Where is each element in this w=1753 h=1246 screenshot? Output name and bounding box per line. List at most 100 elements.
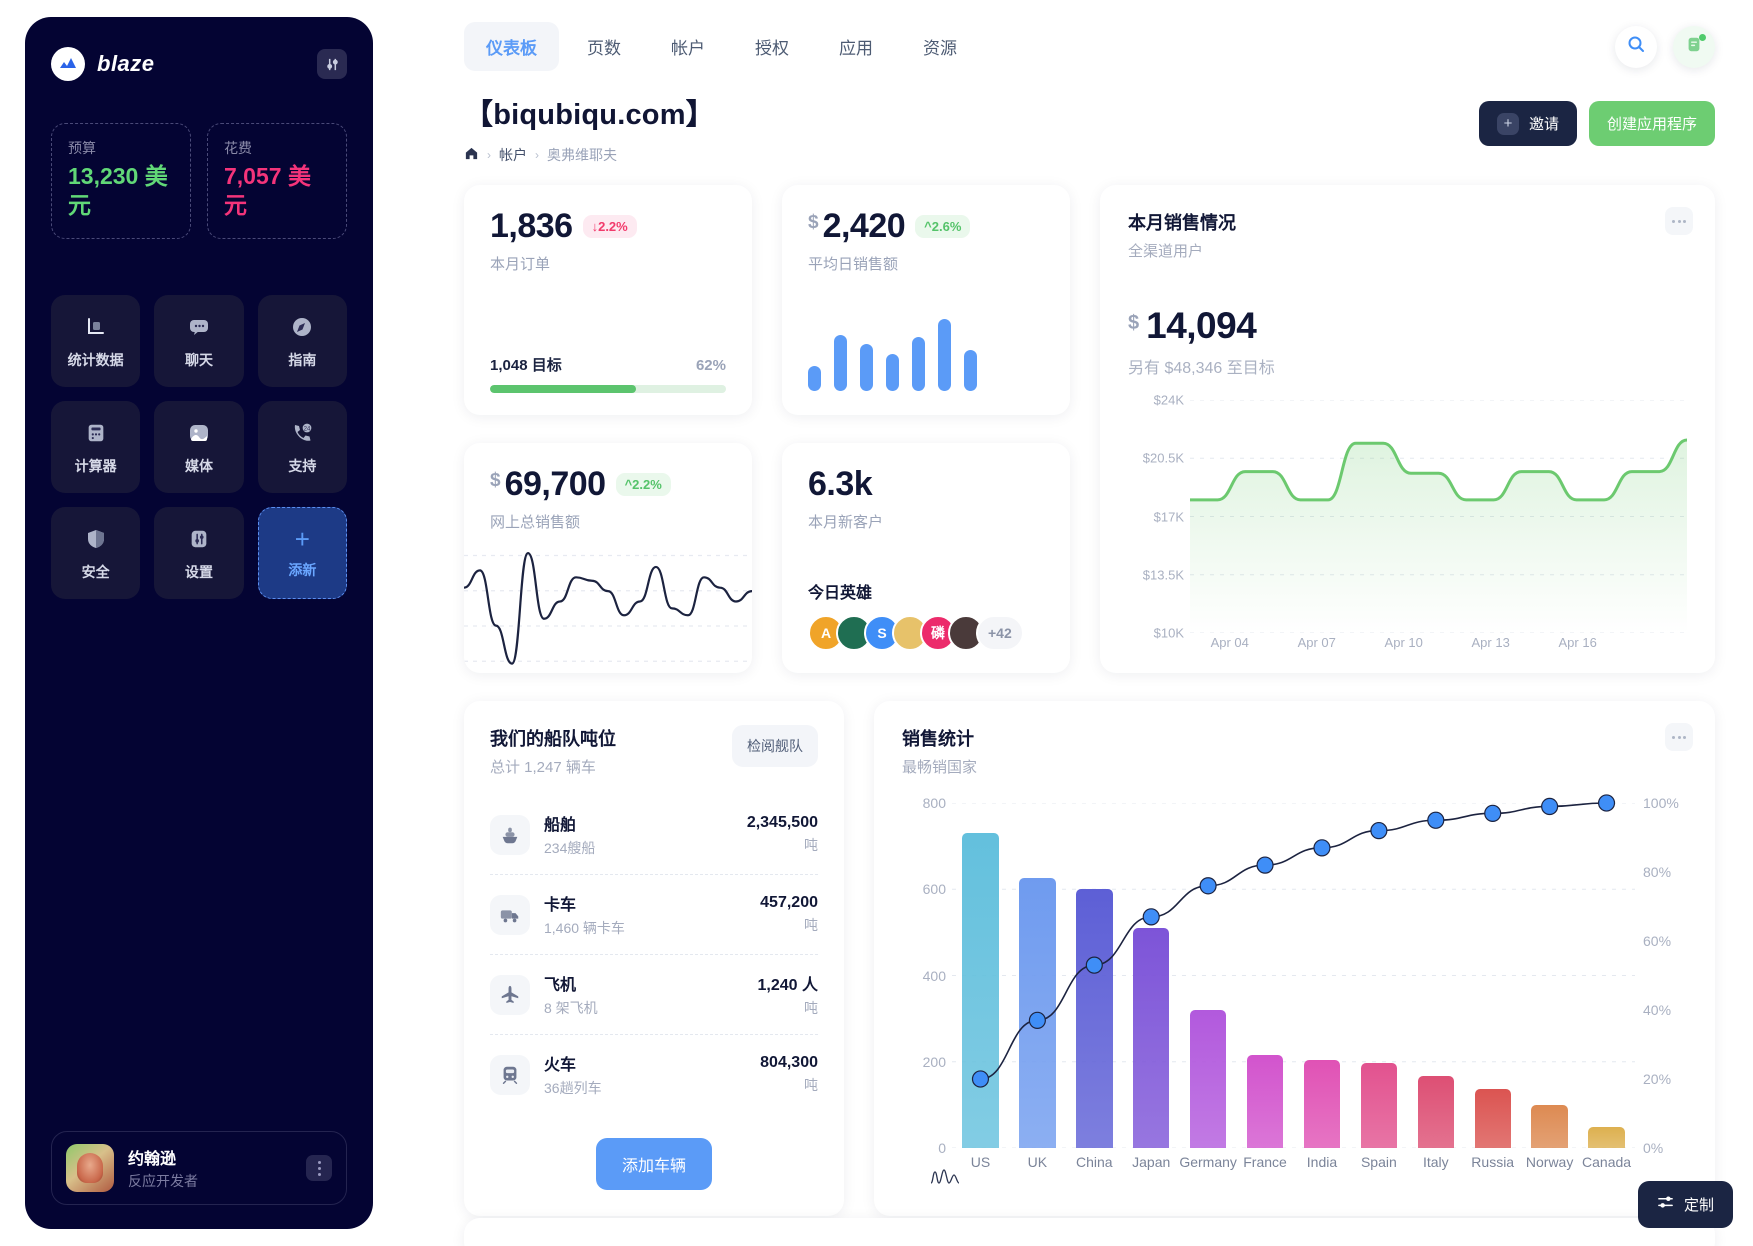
- pareto-plot: [952, 803, 1635, 1148]
- plus-icon: +: [1496, 112, 1519, 135]
- nav-tabs: 仪表板 页数 帐户 授权 应用 资源: [464, 22, 979, 71]
- x-axis-labels: Apr 04 Apr 07 Apr 10 Apr 13 Apr 16: [1190, 635, 1687, 655]
- sidebar-item-support[interactable]: 24 支持: [257, 400, 347, 493]
- y-axis-right-labels: 100% 80% 60% 40% 20% 0%: [1637, 795, 1687, 1156]
- avg-daily-bar-chart: [808, 319, 1044, 393]
- card-avg-daily-sales: $ 2,420 ^2.6% 平均日销售额: [782, 185, 1070, 415]
- invite-button[interactable]: + 邀请: [1478, 101, 1577, 146]
- hero-avatar-more[interactable]: +42: [976, 615, 1024, 651]
- card-subtitle: 总计 1,247 辆车: [490, 759, 596, 776]
- ellipsis-icon[interactable]: [1665, 723, 1693, 751]
- fleet-meta: 1,460 辆卡车: [544, 920, 625, 936]
- fleet-name: 卡车: [544, 897, 577, 914]
- card-title: 本月销售情况: [1128, 213, 1236, 233]
- x-tick: Norway: [1525, 1154, 1574, 1170]
- x-tick: UK: [1027, 1154, 1048, 1170]
- brand-logo[interactable]: blaze: [51, 47, 155, 81]
- y-tick-right: 80%: [1643, 864, 1672, 880]
- sparkline-icon: [930, 1167, 964, 1190]
- fleet-row-text: 船舶 234艘船: [544, 811, 595, 858]
- fleet-row[interactable]: 火车 36趟列车 804,300 吨: [490, 1035, 818, 1114]
- y-tick-right: 20%: [1643, 1071, 1672, 1087]
- sidebar-item-label: 支持: [288, 457, 317, 474]
- monthly-sales-value: 14,094: [1146, 305, 1257, 346]
- page-header: 【biqubiqu.com】 › 帐户 › 奥弗维耶夫 + 邀请 创建应用程序: [400, 71, 1753, 165]
- fleet-row-values: 1,240 人 吨: [758, 971, 819, 1018]
- spend-value: 7,057 美元: [224, 163, 311, 218]
- review-fleet-button[interactable]: 检阅舰队: [732, 725, 818, 767]
- notes-button[interactable]: [1673, 25, 1715, 68]
- add-vehicle-button[interactable]: 添加车辆: [595, 1138, 712, 1190]
- tab-apps[interactable]: 应用: [817, 22, 895, 71]
- breadcrumb-item-current: 奥弗维耶夫: [547, 147, 617, 163]
- fleet-row[interactable]: 飞机 8 架飞机 1,240 人 吨: [490, 955, 818, 1035]
- tab-accounts[interactable]: 帐户: [649, 22, 727, 71]
- x-tick: Canada: [1582, 1154, 1632, 1170]
- card-subtitle: 最畅销国家: [902, 759, 978, 776]
- currency-symbol: $: [808, 212, 819, 233]
- kpi-header: $ 2,420 ^2.6%: [808, 207, 1044, 246]
- card-online-sales: $ 69,700 ^2.2% 网上总销售额: [464, 443, 752, 673]
- user-profile[interactable]: 约翰逊 反应开发者: [51, 1131, 347, 1205]
- sidebar-item-label: 添新: [288, 561, 317, 578]
- fleet-value: 457,200: [760, 894, 818, 911]
- sidebar-item-label: 计算器: [74, 457, 117, 474]
- secondary-row: 我们的船队吨位 总计 1,247 辆车 检阅舰队 船舶 234艘船 2,345,…: [464, 701, 1715, 1216]
- fleet-meta: 234艘船: [544, 840, 596, 856]
- search-icon: [1626, 34, 1646, 59]
- kpi-row: 1,836 ↓2.2% 本月订单 1,048 目标 62% $ 69,700 ^…: [464, 185, 1715, 673]
- mini-bar: [834, 334, 847, 391]
- goal-progress-fill: [490, 385, 637, 393]
- y-tick-left: 400: [922, 967, 946, 984]
- x-tick: India: [1306, 1154, 1338, 1170]
- sidebar-item-add-new[interactable]: + 添新: [257, 506, 347, 599]
- fleet-unit: 吨: [804, 1077, 818, 1093]
- page-header-text: 【biqubiqu.com】 › 帐户 › 奥弗维耶夫: [464, 91, 715, 165]
- kpi-value: 2,420: [822, 207, 906, 245]
- sidebar-item-guide[interactable]: 指南: [257, 294, 347, 387]
- sidebar-item-security[interactable]: 安全: [51, 506, 141, 599]
- sidebar-item-chat[interactable]: 聊天: [154, 294, 244, 387]
- sliders-icon[interactable]: [317, 49, 347, 79]
- y-tick-right: 0%: [1643, 1140, 1664, 1156]
- fleet-row-text: 卡车 1,460 辆卡车: [544, 891, 625, 938]
- card-title: 我们的船队吨位: [490, 729, 616, 749]
- sidebar-item-media[interactable]: 媒体: [154, 400, 244, 493]
- tab-authorization[interactable]: 授权: [733, 22, 811, 71]
- home-icon[interactable]: [464, 146, 479, 164]
- profile-role: 反应开发者: [128, 1173, 198, 1189]
- shield-icon: [81, 524, 111, 554]
- create-app-button[interactable]: 创建应用程序: [1588, 101, 1715, 146]
- kpi-column-left: 1,836 ↓2.2% 本月订单 1,048 目标 62% $ 69,700 ^…: [464, 185, 752, 673]
- sidebar-item-label: 媒体: [184, 457, 213, 474]
- x-tick: Spain: [1360, 1154, 1397, 1170]
- kebab-menu-icon[interactable]: [306, 1155, 332, 1181]
- breadcrumb-separator: ›: [487, 148, 491, 162]
- y-tick-right: 100%: [1643, 795, 1679, 811]
- sidebar-item-stats[interactable]: 统计数据: [51, 294, 141, 387]
- customize-button[interactable]: 定制: [1637, 1181, 1733, 1228]
- sidebar-item-settings[interactable]: 设置: [154, 506, 244, 599]
- sidebar-item-label: 设置: [184, 563, 213, 580]
- sidebar: blaze 预算 13,230 美元 花费 7,057 美元 统计数据 聊天 指…: [25, 17, 373, 1229]
- card-sales-statistics: 销售统计 最畅销国家 800 600 400 200 0 100% 80% 60% 40% 20…: [874, 701, 1715, 1216]
- breadcrumb-item-account[interactable]: 帐户: [499, 145, 527, 165]
- fleet-row[interactable]: 船舶 234艘船 2,345,500 吨: [490, 795, 818, 875]
- heroes-section: 今日英雄 A S 磷 +42: [808, 579, 1044, 651]
- budget-summary: 预算 13,230 美元 花费 7,057 美元: [51, 123, 347, 239]
- arrow-up-icon: ^: [924, 219, 932, 234]
- mini-bar: [886, 354, 899, 391]
- sidebar-item-label: 聊天: [184, 351, 213, 368]
- ellipsis-icon[interactable]: [1665, 207, 1693, 235]
- tab-resources[interactable]: 资源: [901, 22, 979, 71]
- search-button[interactable]: [1615, 25, 1657, 68]
- fleet-row[interactable]: 卡车 1,460 辆卡车 457,200 吨: [490, 875, 818, 955]
- kpi-value: 6.3k: [808, 465, 873, 503]
- profile-text: 约翰逊 反应开发者: [128, 1145, 198, 1191]
- fleet-list: 船舶 234艘船 2,345,500 吨 卡车 1,460 辆卡车 457,20…: [490, 795, 818, 1114]
- breadcrumb: › 帐户 › 奥弗维耶夫: [464, 145, 715, 165]
- sidebar-item-calculator[interactable]: 计算器: [51, 400, 141, 493]
- tab-pages[interactable]: 页数: [565, 22, 643, 71]
- tab-dashboard[interactable]: 仪表板: [464, 22, 559, 71]
- kpi-change-badge: ^2.2%: [615, 473, 671, 496]
